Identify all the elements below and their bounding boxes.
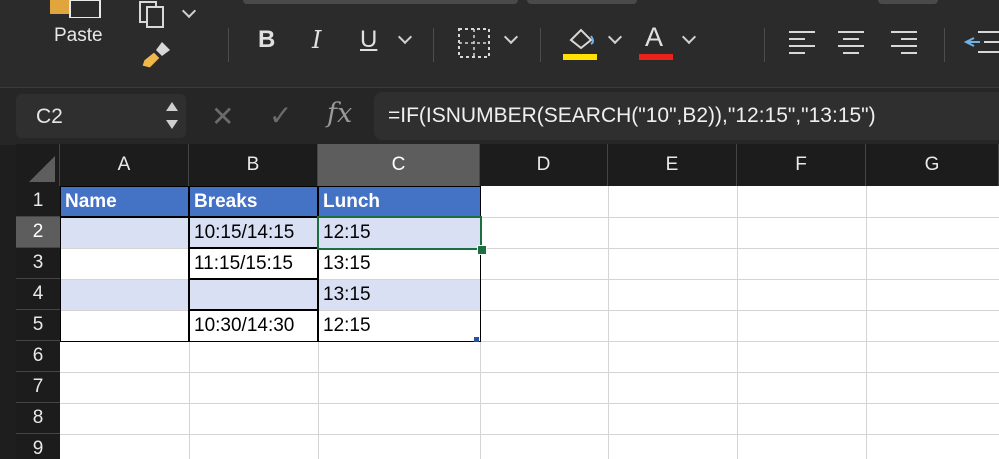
align-center-icon[interactable] bbox=[836, 28, 866, 56]
cell-b5[interactable]: 10:30/14:30 bbox=[190, 311, 318, 341]
cell-c1[interactable]: Lunch bbox=[319, 187, 480, 217]
name-box[interactable]: C2 bbox=[16, 94, 186, 138]
column-header-b[interactable]: B bbox=[189, 144, 318, 186]
ribbon-separator bbox=[944, 28, 945, 62]
column-header-e[interactable]: E bbox=[608, 144, 737, 186]
cell-c3[interactable]: 13:15 bbox=[319, 249, 480, 279]
cell-b4[interactable] bbox=[190, 280, 318, 310]
column-header-a[interactable]: A bbox=[60, 144, 189, 186]
name-box-up-icon[interactable] bbox=[166, 102, 178, 111]
font-color-bar bbox=[639, 54, 673, 60]
formula-input[interactable]: =IF(ISNUMBER(SEARCH("10",B2)),"12:15","1… bbox=[374, 92, 999, 140]
copy-chevron-icon[interactable] bbox=[181, 3, 197, 19]
cell-c5[interactable]: 12:15 bbox=[319, 311, 480, 341]
cell-b2[interactable]: 10:15/14:15 bbox=[190, 218, 318, 248]
table-divider bbox=[189, 247, 319, 249]
ribbon-separator bbox=[228, 28, 229, 62]
row-header-9[interactable]: 9 bbox=[16, 434, 60, 459]
column-header-f[interactable]: F bbox=[737, 144, 866, 186]
paste-icon[interactable] bbox=[48, 0, 104, 18]
column-header-c[interactable]: C bbox=[318, 144, 480, 186]
italic-button[interactable]: I bbox=[312, 26, 321, 54]
row-header-2[interactable]: 2 bbox=[16, 217, 60, 248]
table-resize-handle-icon[interactable] bbox=[474, 337, 479, 342]
spreadsheet-grid[interactable]: A B C D E F G 1 2 3 4 5 6 7 8 9 Name Bre… bbox=[16, 144, 999, 459]
borders-chevron-icon[interactable] bbox=[503, 29, 519, 45]
formula-bar: C2 ✕ ✓ fx =IF(ISNUMBER(SEARCH("10",B2)),… bbox=[0, 87, 999, 145]
format-painter-icon[interactable] bbox=[140, 40, 174, 70]
cell-a3[interactable] bbox=[61, 249, 189, 279]
table-divider bbox=[188, 186, 190, 342]
cell-a1[interactable]: Name bbox=[61, 187, 189, 217]
underline-chevron-icon[interactable] bbox=[397, 29, 413, 45]
row-header-1[interactable]: 1 bbox=[16, 186, 60, 217]
gridline bbox=[608, 186, 609, 459]
column-header-g[interactable]: G bbox=[866, 144, 999, 186]
row-header-4[interactable]: 4 bbox=[16, 279, 60, 310]
paste-label[interactable]: Paste bbox=[54, 25, 103, 47]
font-color-button[interactable]: A bbox=[645, 22, 663, 53]
cell-b3[interactable]: 11:15/15:15 bbox=[190, 249, 318, 279]
active-cell-selection bbox=[317, 216, 482, 250]
ribbon-size-box[interactable] bbox=[527, 0, 637, 4]
decrease-indent-icon[interactable] bbox=[964, 28, 999, 56]
align-left-icon[interactable] bbox=[787, 28, 817, 56]
cancel-icon[interactable]: ✕ bbox=[211, 100, 234, 133]
table-divider bbox=[189, 278, 319, 280]
ribbon-separator bbox=[764, 28, 765, 62]
row-header-6[interactable]: 6 bbox=[16, 341, 60, 372]
row-header-7[interactable]: 7 bbox=[16, 372, 60, 403]
name-box-down-icon[interactable] bbox=[166, 120, 178, 129]
cell-c4[interactable]: 13:15 bbox=[319, 280, 480, 310]
gridline bbox=[737, 186, 738, 459]
ribbon-font-box[interactable] bbox=[243, 0, 518, 4]
ribbon-separator bbox=[540, 28, 541, 62]
table-divider bbox=[189, 309, 319, 311]
ribbon-right-box[interactable] bbox=[878, 0, 938, 4]
cell-a2[interactable] bbox=[61, 218, 189, 248]
gridline bbox=[60, 434, 999, 435]
table-divider bbox=[317, 186, 319, 342]
gridline bbox=[60, 341, 999, 342]
gridline bbox=[866, 186, 867, 459]
gridline bbox=[60, 372, 999, 373]
underline-button[interactable]: U bbox=[360, 26, 377, 54]
fill-color-bar bbox=[563, 54, 597, 60]
row-header-5[interactable]: 5 bbox=[16, 310, 60, 341]
name-box-value: C2 bbox=[36, 105, 63, 128]
ribbon-separator bbox=[433, 28, 434, 62]
formula-text: =IF(ISNUMBER(SEARCH("10",B2)),"12:15","1… bbox=[388, 104, 876, 127]
select-all-icon bbox=[29, 156, 55, 182]
column-header-d[interactable]: D bbox=[480, 144, 608, 186]
ribbon: Paste B I U A bbox=[0, 0, 999, 87]
enter-check-icon[interactable]: ✓ bbox=[269, 99, 292, 132]
row-header-8[interactable]: 8 bbox=[16, 403, 60, 434]
select-all-corner[interactable] bbox=[16, 144, 60, 186]
cell-b1[interactable]: Breaks bbox=[190, 187, 318, 217]
bold-button[interactable]: B bbox=[258, 26, 275, 54]
cell-a5[interactable] bbox=[61, 311, 189, 341]
borders-icon[interactable] bbox=[457, 27, 491, 59]
row-header-3[interactable]: 3 bbox=[16, 248, 60, 279]
fill-color-chevron-icon[interactable] bbox=[607, 29, 623, 45]
fill-handle[interactable] bbox=[477, 245, 487, 255]
gridline bbox=[60, 403, 999, 404]
font-color-chevron-icon[interactable] bbox=[681, 29, 697, 45]
insert-function-icon[interactable]: fx bbox=[327, 98, 352, 129]
cell-a4[interactable] bbox=[61, 280, 189, 310]
align-right-icon[interactable] bbox=[889, 28, 919, 56]
copy-icon[interactable] bbox=[138, 0, 174, 28]
